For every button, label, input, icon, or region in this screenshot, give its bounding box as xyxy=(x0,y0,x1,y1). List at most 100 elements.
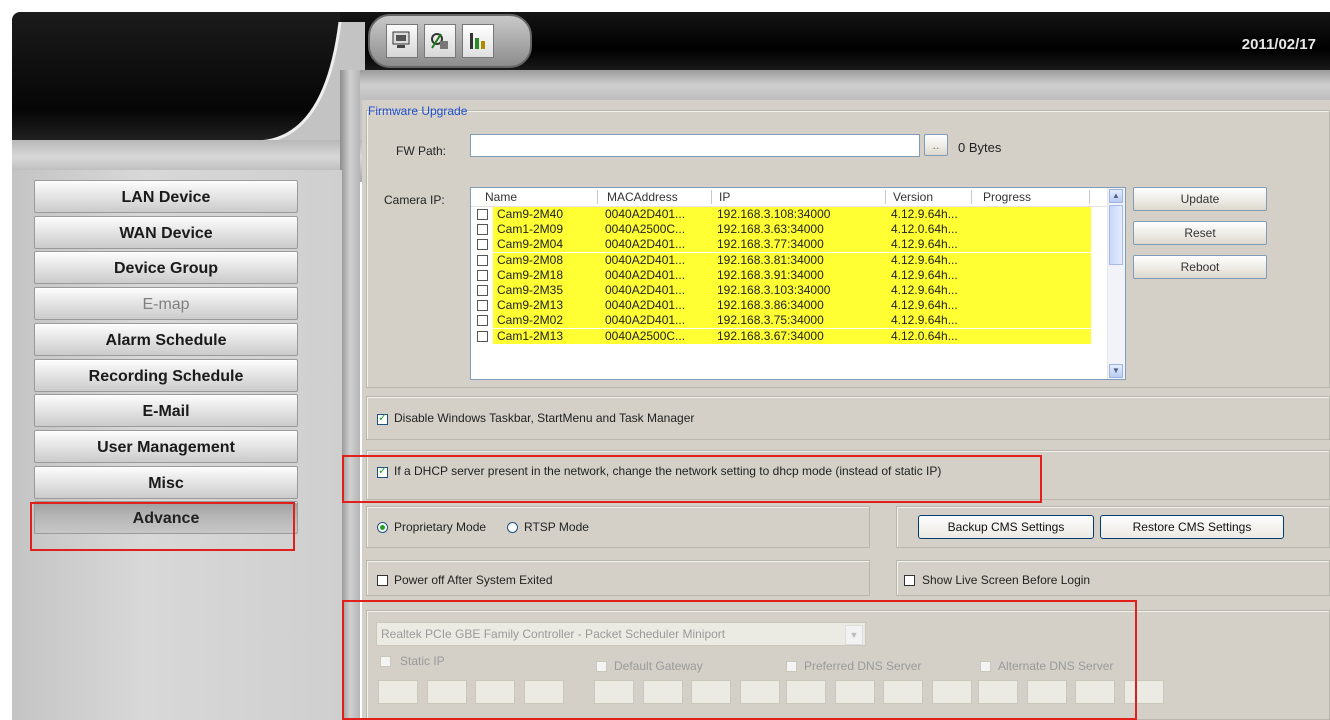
fw-path-input[interactable] xyxy=(470,134,920,157)
table-row[interactable]: Cam9-2M13 0040A2D401... 192.168.3.86:34000… xyxy=(473,298,1093,314)
cell-version: 4.12.9.64h... xyxy=(887,267,973,283)
cell-ip: 192.168.3.75:34000 xyxy=(713,313,887,329)
cell-progress xyxy=(973,237,1091,253)
sidebar-item-wan-device[interactable]: WAN Device xyxy=(34,215,298,249)
scroll-up-icon[interactable]: ▲ xyxy=(1109,189,1123,203)
monitor-icon[interactable] xyxy=(386,24,418,58)
cell-mac: 0040A2D401... xyxy=(601,283,713,298)
cell-ip: 192.168.3.86:34000 xyxy=(713,298,887,314)
cell-progress xyxy=(973,267,1091,283)
cell-ip: 192.168.3.103:34000 xyxy=(713,283,887,298)
network-settings-icon[interactable] xyxy=(424,24,456,58)
cell-mac: 0040A2500C... xyxy=(601,222,713,238)
row-checkbox[interactable] xyxy=(477,330,488,342)
proprietary-mode-radio[interactable] xyxy=(377,522,388,533)
row-checkbox[interactable] xyxy=(477,209,488,220)
cell-ip: 192.168.3.91:34000 xyxy=(713,267,887,283)
backup-cms-button[interactable]: Backup CMS Settings xyxy=(918,515,1094,539)
proprietary-mode-label: Proprietary Mode xyxy=(394,520,487,534)
dhcp-highlight-box xyxy=(342,455,1042,503)
cell-ip: 192.168.3.67:34000 xyxy=(713,328,887,344)
cell-version: 4.12.9.64h... xyxy=(887,252,973,268)
rtsp-mode-label: RTSP Mode xyxy=(524,520,589,534)
cell-progress xyxy=(973,252,1091,268)
column-header-version[interactable]: Version xyxy=(893,190,933,204)
row-checkbox[interactable] xyxy=(477,269,488,281)
restore-cms-button[interactable]: Restore CMS Settings xyxy=(1100,515,1284,539)
table-row[interactable]: Cam9-2M04 0040A2D401... 192.168.3.77:34000… xyxy=(473,237,1093,253)
sidebar-item-lan-device[interactable]: LAN Device xyxy=(34,180,298,213)
sidebar-item-e-map[interactable]: E-map xyxy=(34,287,298,321)
cell-name: Cam9-2M08 xyxy=(493,252,601,268)
cell-progress xyxy=(973,298,1091,314)
row-checkbox[interactable] xyxy=(477,315,488,327)
cell-progress xyxy=(973,207,1091,222)
cell-mac: 0040A2D401... xyxy=(601,298,713,314)
row-checkbox[interactable] xyxy=(477,239,488,251)
column-header-progress[interactable]: Progress xyxy=(983,190,1031,204)
rtsp-mode-radio[interactable] xyxy=(507,522,518,533)
browse-button[interactable]: .. xyxy=(924,134,948,156)
cell-ip: 192.168.3.63:34000 xyxy=(713,222,887,238)
cell-ip: 192.168.3.108:34000 xyxy=(713,207,887,222)
table-row[interactable]: Cam9-2M08 0040A2D401... 192.168.3.81:34000… xyxy=(473,252,1093,268)
row-checkbox[interactable] xyxy=(477,300,488,312)
cell-ip: 192.168.3.77:34000 xyxy=(713,237,887,253)
table-row[interactable]: Cam1-2M09 0040A2500C... 192.168.3.63:34000… xyxy=(473,222,1093,238)
table-row[interactable]: Cam1-2M13 0040A2500C... 192.168.3.67:34000… xyxy=(473,328,1093,344)
cell-name: Cam1-2M13 xyxy=(493,328,601,344)
update-button[interactable]: Update xyxy=(1133,187,1267,211)
disable-taskbar-checkbox[interactable] xyxy=(377,411,388,425)
advance-highlight-box xyxy=(30,502,295,551)
show-live-checkbox[interactable] xyxy=(904,575,915,586)
cell-progress xyxy=(973,283,1091,298)
sidebar-item-recording-schedule[interactable]: Recording Schedule xyxy=(34,358,298,392)
table-row[interactable]: Cam9-2M40 0040A2D401... 192.168.3.108:3400… xyxy=(473,207,1093,222)
cell-mac: 0040A2D401... xyxy=(601,207,713,222)
row-checkbox[interactable] xyxy=(477,285,488,296)
table-row[interactable]: Cam9-2M18 0040A2D401... 192.168.3.91:34000… xyxy=(473,267,1093,283)
column-header-name[interactable]: Name xyxy=(485,190,517,204)
show-live-label: Show Live Screen Before Login xyxy=(922,573,1091,587)
cell-name: Cam9-2M02 xyxy=(493,313,601,329)
cell-progress xyxy=(973,313,1091,329)
sidebar-item-device-group[interactable]: Device Group xyxy=(34,251,298,285)
cell-mac: 0040A2D401... xyxy=(601,237,713,253)
camera-list-scrollbar[interactable]: ▲ ▼ xyxy=(1107,188,1125,379)
row-checkbox[interactable] xyxy=(477,254,488,266)
camera-list[interactable]: Name MACAddress IP Version Progress Cam9… xyxy=(470,187,1126,380)
sidebar-item-e-mail[interactable]: E-Mail xyxy=(34,394,298,428)
reset-button[interactable]: Reset xyxy=(1133,221,1267,245)
date-display: 2011/02/17 xyxy=(1241,36,1316,53)
cell-version: 4.12.0.64h... xyxy=(887,222,973,238)
cell-mac: 0040A2D401... xyxy=(601,267,713,283)
camera-ip-label: Camera IP: xyxy=(384,193,445,207)
table-row[interactable]: Cam9-2M35 0040A2D401... 192.168.3.103:3400… xyxy=(473,283,1093,298)
sidebar-item-misc[interactable]: Misc xyxy=(34,465,298,499)
tools-icon[interactable] xyxy=(462,24,494,58)
cell-mac: 0040A2500C... xyxy=(601,328,713,344)
scroll-down-icon[interactable]: ▼ xyxy=(1109,364,1123,378)
row-checkbox[interactable] xyxy=(477,224,488,236)
file-size-text: 0 Bytes xyxy=(958,140,1002,155)
cell-version: 4.12.9.64h... xyxy=(887,207,973,222)
cell-version: 4.12.9.64h... xyxy=(887,298,973,314)
disable-taskbar-label: Disable Windows Taskbar, StartMenu and T… xyxy=(394,411,695,425)
power-off-checkbox[interactable] xyxy=(377,575,388,586)
fw-path-label: FW Path: xyxy=(396,144,447,158)
cell-version: 4.12.9.64h... xyxy=(887,283,973,298)
cell-version: 4.12.9.64h... xyxy=(887,237,973,253)
sidebar-item-user-management[interactable]: User Management xyxy=(34,429,298,463)
cell-progress xyxy=(973,328,1091,344)
column-header-ip[interactable]: IP xyxy=(719,190,730,204)
cell-name: Cam9-2M35 xyxy=(493,283,601,298)
cell-version: 4.12.9.64h... xyxy=(887,313,973,329)
column-header-mac[interactable]: MACAddress xyxy=(607,190,678,204)
sidebar-item-alarm-schedule[interactable]: Alarm Schedule xyxy=(34,322,298,356)
cell-name: Cam9-2M13 xyxy=(493,298,601,314)
cell-mac: 0040A2D401... xyxy=(601,252,713,268)
cell-name: Cam9-2M04 xyxy=(493,237,601,253)
table-row[interactable]: Cam9-2M02 0040A2D401... 192.168.3.75:34000… xyxy=(473,313,1093,329)
reboot-button[interactable]: Reboot xyxy=(1133,255,1267,279)
scroll-thumb[interactable] xyxy=(1109,205,1123,265)
